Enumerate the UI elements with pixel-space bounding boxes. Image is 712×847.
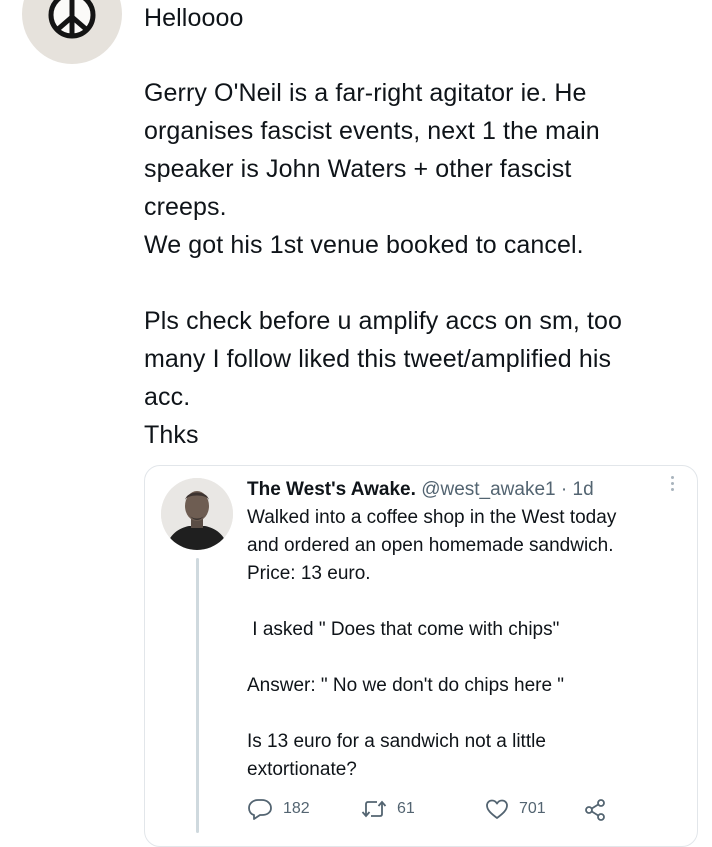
like-count: 701 bbox=[519, 800, 546, 817]
retweet-count: 61 bbox=[397, 800, 415, 817]
profile-photo-icon bbox=[161, 478, 233, 550]
tweet-actions: 182 61 701 bbox=[247, 796, 667, 824]
tweet-line: organises fascist events, next 1 the mai… bbox=[144, 117, 600, 145]
tweet-line: many I follow liked this tweet/amplified… bbox=[144, 345, 612, 373]
reply-button[interactable]: 182 bbox=[247, 798, 310, 820]
quoted-line: extortionate? bbox=[247, 759, 357, 780]
tweet-line: We got his 1st venue booked to cancel. bbox=[144, 231, 584, 259]
quoted-tweet-header: The West's Awake. @west_awake1 · 1d bbox=[247, 478, 667, 502]
share-icon bbox=[585, 799, 605, 821]
quoted-line: Is 13 euro for a sandwich not a little bbox=[247, 731, 546, 752]
peace-sign-icon bbox=[48, 0, 96, 39]
quoted-handle[interactable]: @west_awake1 bbox=[421, 479, 555, 500]
tweet-line: Thks bbox=[144, 421, 199, 449]
retweet-icon bbox=[361, 800, 387, 818]
tweet-line: creeps. bbox=[144, 193, 227, 221]
quoted-timestamp[interactable]: 1d bbox=[573, 479, 594, 500]
more-options-icon[interactable] bbox=[669, 476, 675, 491]
reply-icon bbox=[248, 799, 272, 820]
quoted-tweet-body: Walked into a coffee shop in the West to… bbox=[247, 504, 687, 784]
quoted-line: Answer: " No we don't do chips here " bbox=[247, 675, 565, 696]
quoted-line: I asked " Does that come with chips" bbox=[247, 619, 560, 640]
quoted-display-name[interactable]: The West's Awake. bbox=[247, 479, 416, 500]
tweet-text: Helloooo Gerry O'Neil is a far-right agi… bbox=[144, 0, 696, 454]
tweet-greeting: Helloooo bbox=[144, 4, 244, 32]
like-button[interactable]: 701 bbox=[485, 798, 546, 820]
meta-separator: · bbox=[560, 479, 568, 500]
quoted-line: Price: 13 euro. bbox=[247, 563, 371, 584]
quoted-tweet-card[interactable]: The West's Awake. @west_awake1 · 1d Walk… bbox=[144, 465, 698, 847]
thread-line bbox=[196, 558, 199, 833]
tweet-line: Pls check before u amplify accs on sm, t… bbox=[144, 307, 623, 335]
tweet-line: Gerry O'Neil is a far-right agitator ie.… bbox=[144, 79, 587, 107]
heart-icon bbox=[486, 799, 508, 819]
tweet-line: acc. bbox=[144, 383, 191, 411]
share-button[interactable] bbox=[583, 798, 607, 822]
author-avatar[interactable] bbox=[22, 0, 122, 64]
quoted-author-avatar[interactable] bbox=[161, 478, 233, 550]
quoted-line: and ordered an open homemade sandwich. bbox=[247, 535, 614, 556]
tweet-line: speaker is John Waters + other fascist bbox=[144, 155, 572, 183]
retweet-button[interactable]: 61 bbox=[361, 798, 415, 820]
reply-count: 182 bbox=[283, 800, 310, 817]
quoted-line: Walked into a coffee shop in the West to… bbox=[247, 507, 617, 528]
